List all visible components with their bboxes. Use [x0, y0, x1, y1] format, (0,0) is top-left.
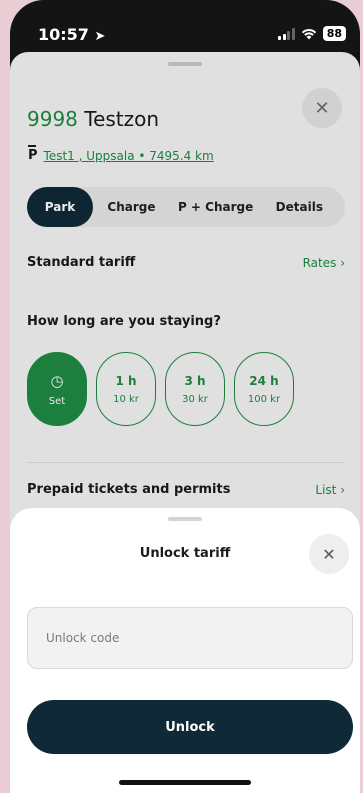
modal-grabber[interactable]	[168, 517, 202, 521]
status-bar: 10:57 ➤ 88	[10, 0, 360, 52]
battery-icon: 88	[322, 26, 346, 41]
unlock-button[interactable]: Unlock	[27, 700, 353, 754]
home-indicator	[119, 780, 251, 785]
close-icon: ✕	[322, 544, 336, 564]
unlock-tariff-modal: Unlock tariff ✕ Unlock	[10, 508, 360, 793]
clock-text: 10:57	[38, 25, 89, 44]
modal-title: Unlock tariff	[139, 546, 231, 561]
location-arrow-icon: ➤	[94, 29, 106, 44]
status-indicators: 88	[278, 26, 346, 41]
signal-icon	[278, 27, 295, 40]
phone-screen: 10:57 ➤ 88 9998 Testzon ✕ P Test1 , Upps…	[10, 0, 360, 793]
status-time: 10:57 ➤	[38, 25, 105, 44]
unlock-code-input[interactable]	[27, 607, 353, 669]
modal-close-button[interactable]: ✕	[309, 534, 349, 574]
wifi-icon	[301, 28, 316, 39]
